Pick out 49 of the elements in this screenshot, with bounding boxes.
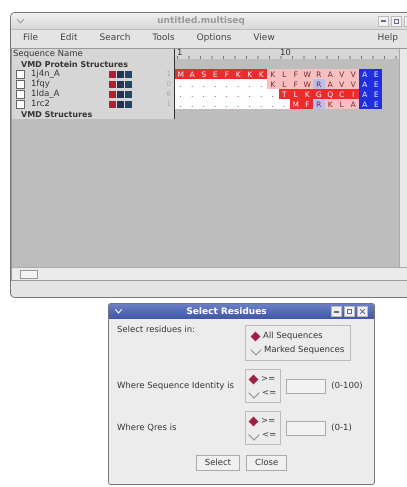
structure-badges-icon <box>109 90 133 98</box>
sequence-name[interactable]: 1fqy <box>31 79 109 89</box>
dialog-button[interactable]: Select <box>196 455 240 471</box>
group-title: VMD Protein Structures <box>20 60 128 68</box>
menu-item[interactable]: Options <box>196 33 232 43</box>
range-hint: (0-100) <box>331 381 363 391</box>
radio-option[interactable]: >= <box>250 374 276 384</box>
menu-item[interactable]: Edit <box>60 33 78 43</box>
radio-option[interactable]: Marked Sequences <box>252 345 344 355</box>
ruler-number: 10 <box>280 48 291 58</box>
scroll-thumb[interactable] <box>20 270 38 278</box>
menu-item[interactable]: Tools <box>152 33 175 43</box>
field-label: Where Sequence Identity is <box>117 381 235 391</box>
maximize-icon[interactable] <box>344 306 355 317</box>
vertical-scrollbar[interactable] <box>399 49 407 267</box>
radio-option[interactable]: <= <box>250 388 276 398</box>
field-label: Select residues in: <box>117 325 196 335</box>
sequence-name[interactable]: 1j4n_A <box>31 69 109 79</box>
dialog-title: Select Residues <box>186 306 267 316</box>
minimize-icon[interactable] <box>331 306 342 317</box>
checkbox[interactable] <box>16 90 25 98</box>
minimize-icon[interactable] <box>378 16 389 26</box>
input-field[interactable] <box>286 420 326 436</box>
range-hint: (0-1) <box>331 423 352 433</box>
sequence-name[interactable]: 1rc2 <box>31 99 109 109</box>
sequence-name[interactable]: 1lda_A <box>31 89 109 99</box>
window-title: untitled.multiseq <box>157 16 245 26</box>
radio-option[interactable]: All Sequences <box>252 331 344 341</box>
radio-option[interactable]: >= <box>250 416 276 426</box>
checkbox[interactable] <box>16 80 25 88</box>
dialog-button[interactable]: Close <box>246 455 288 471</box>
menu-item[interactable]: Search <box>100 33 130 43</box>
group-title: VMD Structures <box>20 110 92 118</box>
menu-item[interactable]: File <box>23 33 38 43</box>
structure-badges-icon <box>109 80 133 88</box>
column-header: Sequence Name <box>12 49 83 59</box>
radio-option[interactable]: <= <box>250 430 276 440</box>
structure-badges-icon <box>109 70 133 78</box>
structure-badges-icon <box>109 100 133 108</box>
menu-item[interactable]: Help <box>377 33 398 43</box>
field-label: Where Qres is <box>117 423 178 433</box>
checkbox[interactable] <box>16 100 25 108</box>
checkbox[interactable] <box>16 70 25 78</box>
maximize-icon[interactable] <box>391 16 402 26</box>
menu-item[interactable]: View <box>253 33 275 43</box>
input-field[interactable] <box>286 378 326 394</box>
horizontal-scrollbar[interactable] <box>12 267 407 280</box>
close-icon[interactable] <box>357 306 368 317</box>
ruler-number: 1 <box>177 48 182 58</box>
